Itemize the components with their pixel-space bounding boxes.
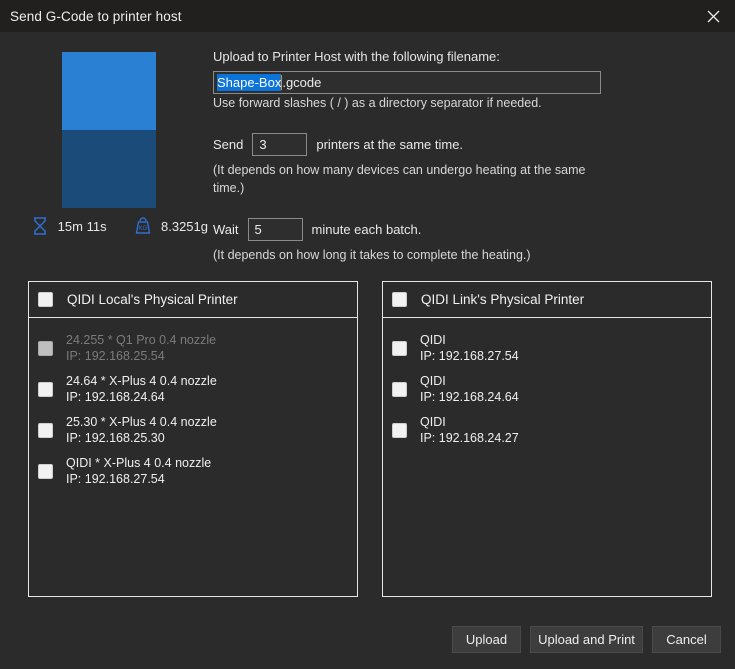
upload-and-print-button[interactable]: Upload and Print [530, 626, 643, 653]
printer-name: QIDI [420, 415, 519, 430]
wait-minutes-row: Wait 5 minute each batch. [213, 218, 613, 241]
link-printer-panel: QIDI Link's Physical Printer QIDI IP: 19… [382, 281, 712, 597]
dialog-footer: Upload Upload and Print Cancel [0, 609, 735, 669]
cancel-button[interactable]: Cancel [652, 626, 721, 653]
local-printer-list: 24.255 * Q1 Pro 0.4 nozzle IP: 192.168.2… [29, 318, 357, 492]
send-suffix-label: printers at the same time. [316, 137, 463, 152]
link-panel-title: QIDI Link's Physical Printer [421, 292, 584, 307]
printer-checkbox[interactable] [38, 423, 53, 438]
list-item[interactable]: QIDI IP: 192.168.27.54 [383, 328, 711, 369]
svg-text:KG: KG [139, 226, 148, 232]
title-bar: Send G-Code to printer host [0, 0, 735, 32]
send-count-row: Send 3 printers at the same time. [213, 133, 613, 156]
local-panel-header[interactable]: QIDI Local's Physical Printer [29, 282, 357, 318]
local-panel-title: QIDI Local's Physical Printer [67, 292, 238, 307]
printer-info: QIDI IP: 192.168.24.27 [420, 415, 519, 446]
filament-weight-value: 8.3251g [161, 219, 208, 234]
weight-kg-icon: KG [131, 213, 155, 239]
printer-ip: IP: 192.168.24.64 [66, 390, 217, 405]
printer-name: 25.30 * X-Plus 4 0.4 nozzle [66, 415, 217, 430]
link-panel-header[interactable]: QIDI Link's Physical Printer [383, 282, 711, 318]
send-count-input[interactable]: 3 [252, 133, 307, 156]
printer-checkbox[interactable] [38, 382, 53, 397]
local-select-all-checkbox[interactable] [38, 292, 53, 307]
printer-ip: IP: 192.168.25.30 [66, 431, 217, 446]
upload-button[interactable]: Upload [452, 626, 521, 653]
printer-name: QIDI * X-Plus 4 0.4 nozzle [66, 456, 211, 471]
slash-hint: Use forward slashes ( / ) as a directory… [213, 94, 613, 112]
list-item[interactable]: 25.30 * X-Plus 4 0.4 nozzle IP: 192.168.… [29, 410, 357, 451]
link-printer-list: QIDI IP: 192.168.27.54 QIDI IP: 192.168.… [383, 318, 711, 451]
printer-info: 25.30 * X-Plus 4 0.4 nozzle IP: 192.168.… [66, 415, 217, 446]
printer-ip: IP: 192.168.27.54 [66, 472, 211, 487]
printer-checkbox[interactable] [392, 423, 407, 438]
send-hint: (It depends on how many devices can unde… [213, 161, 613, 197]
print-stats: 15m 11s KG 8.3251g [28, 211, 208, 241]
close-icon [707, 10, 720, 23]
printer-name: 24.255 * Q1 Pro 0.4 nozzle [66, 333, 216, 348]
upload-filename-label: Upload to Printer Host with the followin… [213, 48, 613, 66]
printer-info: 24.255 * Q1 Pro 0.4 nozzle IP: 192.168.2… [66, 333, 216, 364]
printer-ip: IP: 192.168.25.54 [66, 349, 216, 364]
filename-extension-text: .gcode [282, 75, 321, 90]
printer-ip: IP: 192.168.27.54 [420, 349, 519, 364]
printer-name: 24.64 * X-Plus 4 0.4 nozzle [66, 374, 217, 389]
wait-prefix-label: Wait [213, 222, 239, 237]
filename-selected-text: Shape-Box [217, 74, 281, 91]
wait-hint: (It depends on how long it takes to comp… [213, 246, 613, 264]
close-button[interactable] [691, 0, 735, 32]
thumbnail-bottom-region [62, 130, 156, 208]
link-select-all-checkbox[interactable] [392, 292, 407, 307]
list-item: 24.255 * Q1 Pro 0.4 nozzle IP: 192.168.2… [29, 328, 357, 369]
printer-checkbox[interactable] [392, 382, 407, 397]
printer-info: QIDI * X-Plus 4 0.4 nozzle IP: 192.168.2… [66, 456, 211, 487]
wait-minutes-input[interactable]: 5 [248, 218, 303, 241]
printer-ip: IP: 192.168.24.27 [420, 431, 519, 446]
printer-checkbox [38, 341, 53, 356]
wait-suffix-label: minute each batch. [312, 222, 422, 237]
model-thumbnail [62, 52, 156, 208]
printer-checkbox[interactable] [392, 341, 407, 356]
printer-ip: IP: 192.168.24.64 [420, 390, 519, 405]
window-title: Send G-Code to printer host [0, 9, 182, 24]
print-time-value: 15m 11s [58, 219, 107, 234]
printer-checkbox[interactable] [38, 464, 53, 479]
upload-form: Upload to Printer Host with the followin… [213, 48, 613, 298]
printer-info: QIDI IP: 192.168.24.64 [420, 374, 519, 405]
filename-input[interactable]: Shape-Box.gcode [213, 71, 601, 94]
printer-name: QIDI [420, 374, 519, 389]
list-item[interactable]: QIDI IP: 192.168.24.64 [383, 369, 711, 410]
send-prefix-label: Send [213, 137, 243, 152]
local-printer-panel: QIDI Local's Physical Printer 24.255 * Q… [28, 281, 358, 597]
list-item[interactable]: QIDI IP: 192.168.24.27 [383, 410, 711, 451]
thumbnail-top-region [62, 52, 156, 130]
list-item[interactable]: 24.64 * X-Plus 4 0.4 nozzle IP: 192.168.… [29, 369, 357, 410]
list-item[interactable]: QIDI * X-Plus 4 0.4 nozzle IP: 192.168.2… [29, 451, 357, 492]
hourglass-icon [28, 213, 52, 239]
printer-info: QIDI IP: 192.168.27.54 [420, 333, 519, 364]
printer-name: QIDI [420, 333, 519, 348]
printer-info: 24.64 * X-Plus 4 0.4 nozzle IP: 192.168.… [66, 374, 217, 405]
